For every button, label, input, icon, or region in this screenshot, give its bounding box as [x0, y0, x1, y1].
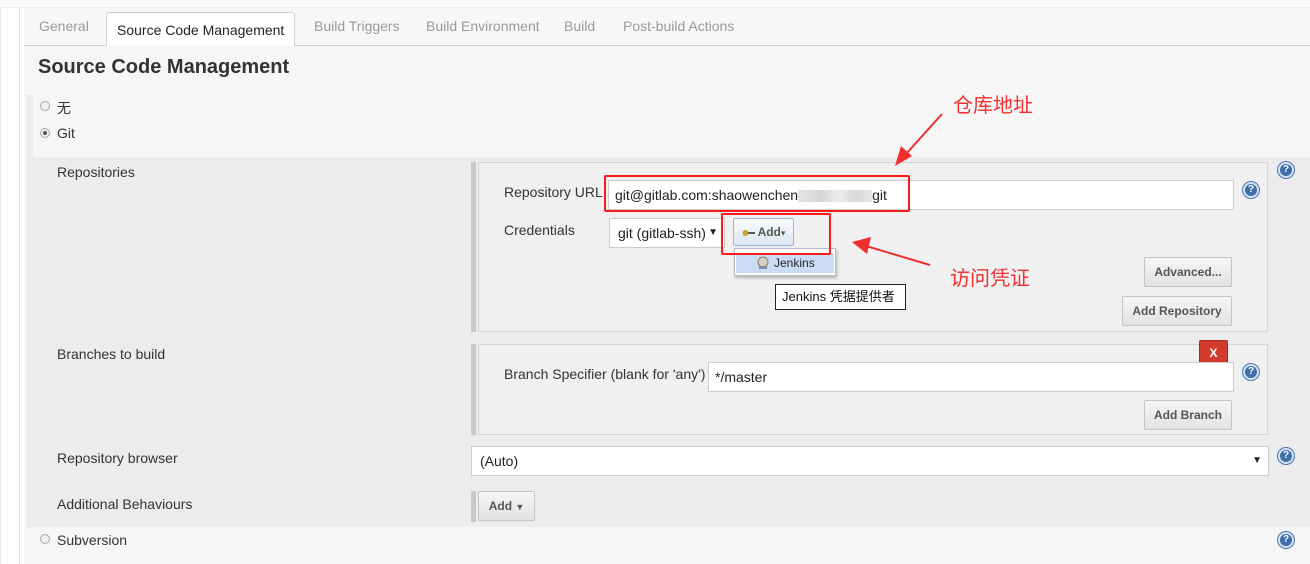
annotation-arrows [852, 113, 943, 266]
annotation-repo-address: 仓库地址 [953, 93, 1033, 117]
annotation-box-credentials [721, 213, 831, 255]
advanced-button[interactable]: Advanced... [1144, 257, 1232, 287]
left-border [0, 0, 1, 564]
repository-browser-selected: (Auto) [480, 453, 519, 469]
radio-git-label[interactable]: Git [57, 125, 75, 141]
scm-group-bar [26, 95, 33, 528]
annotation-access-credential: 访问凭证 [950, 266, 1030, 290]
help-icon[interactable]: ? [1278, 532, 1294, 548]
tab-build-triggers[interactable]: Build Triggers [304, 8, 410, 44]
radio-subversion[interactable] [40, 534, 50, 544]
add-behaviour-label: Add [488, 499, 513, 513]
top-strip [0, 0, 1310, 8]
dropdown-item-jenkins[interactable]: Jenkins [736, 253, 834, 273]
arrow-to-credentials [865, 245, 931, 266]
branches-label: Branches to build [57, 346, 166, 362]
chevron-down-icon: ▼ [515, 502, 525, 512]
tab-general[interactable]: General [29, 8, 99, 44]
radio-none-label[interactable]: 无 [57, 98, 71, 118]
repository-browser-select[interactable]: (Auto) ▼ [471, 446, 1269, 476]
help-icon[interactable]: ? [1278, 162, 1294, 178]
chevron-down-icon: ▼ [708, 227, 718, 238]
tab-source-code-management[interactable]: Source Code Management [106, 12, 296, 49]
add-branch-button[interactable]: Add Branch [1144, 400, 1232, 430]
section-title: Source Code Management [38, 56, 290, 78]
credentials-selected: git (gitlab-ssh) [618, 225, 706, 241]
arrow-to-repo-url [905, 113, 943, 155]
repositories-bar [471, 162, 476, 332]
jenkins-icon [757, 256, 769, 269]
add-repository-button[interactable]: Add Repository [1122, 296, 1232, 326]
tab-post-build-actions[interactable]: Post-build Actions [613, 8, 744, 44]
branch-specifier-input[interactable]: */master [708, 362, 1234, 392]
radio-none[interactable] [40, 101, 50, 111]
add-behaviour-button[interactable]: Add ▼ [478, 491, 535, 521]
left-border-inner [19, 0, 20, 564]
credentials-label: Credentials [504, 222, 575, 238]
arrow-head [852, 237, 871, 254]
tab-build[interactable]: Build [554, 8, 605, 44]
radio-git[interactable] [40, 128, 50, 138]
credentials-select[interactable]: git (gitlab-ssh) ▼ [609, 218, 725, 248]
chevron-down-icon: ▼ [1252, 455, 1262, 466]
tab-build-environment[interactable]: Build Environment [416, 8, 550, 44]
additional-behaviours-label: Additional Behaviours [57, 496, 193, 512]
radio-subversion-label[interactable]: Subversion [57, 532, 127, 548]
repositories-label: Repositories [57, 164, 135, 180]
branch-specifier-label: Branch Specifier (blank for 'any') [504, 366, 706, 382]
branches-bar [471, 344, 476, 435]
repository-url-label: Repository URL [504, 184, 603, 200]
help-icon[interactable]: ? [1243, 182, 1259, 198]
dropdown-item-label: Jenkins [774, 256, 815, 270]
help-icon[interactable]: ? [1278, 448, 1294, 464]
repository-browser-label: Repository browser [57, 450, 178, 466]
behaviours-bar [471, 491, 476, 522]
help-icon[interactable]: ? [1243, 364, 1259, 380]
